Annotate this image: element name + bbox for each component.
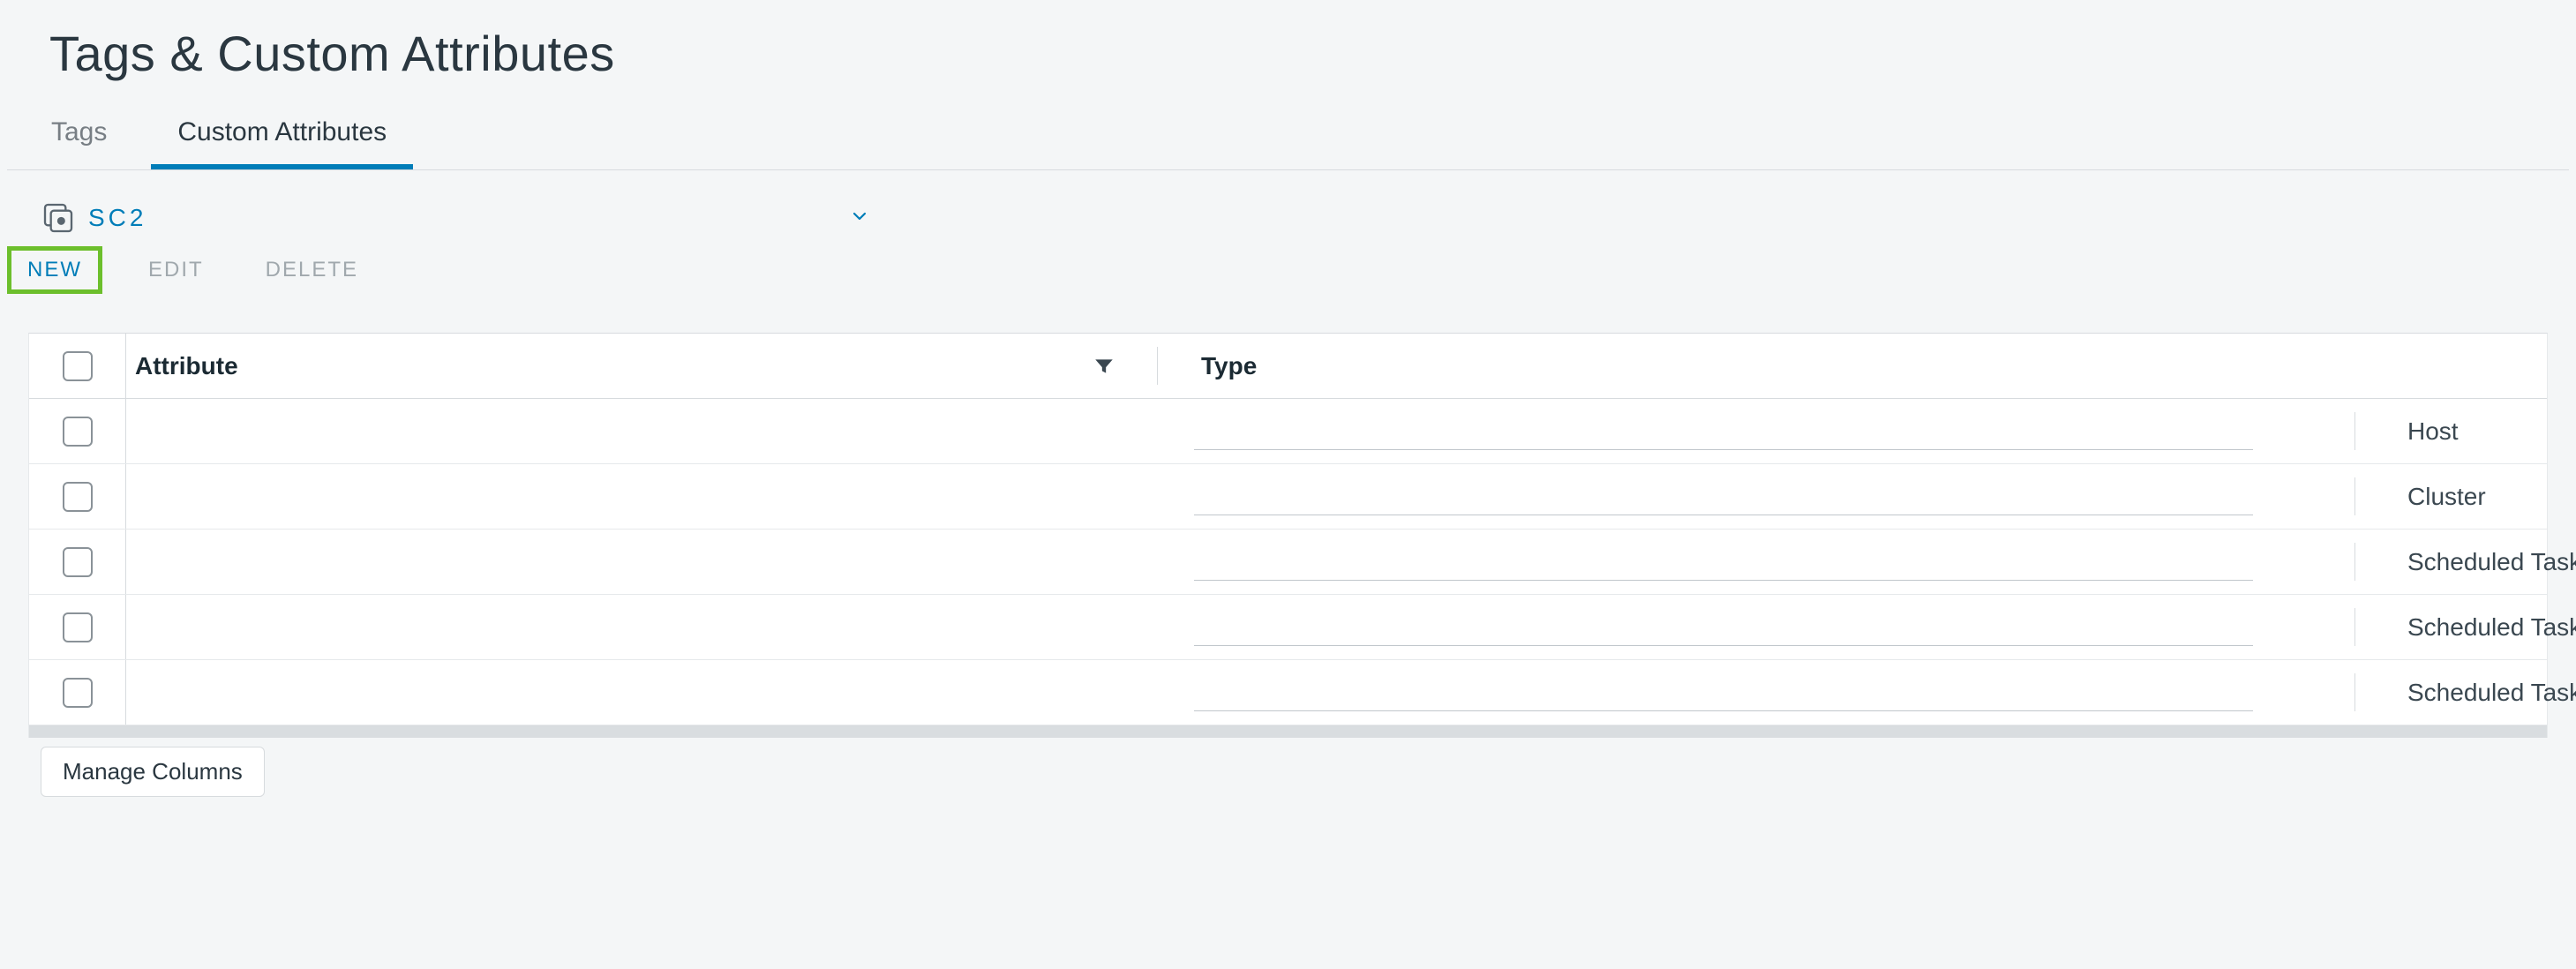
column-header-attribute[interactable]: Attribute — [126, 334, 1064, 398]
table-header-row: Attribute Type — [29, 334, 2547, 399]
attribute-input[interactable] — [1194, 674, 2253, 711]
attributes-table: Attribute Type Host — [28, 333, 2548, 738]
row-checkbox[interactable] — [63, 612, 93, 642]
row-type: Cluster — [2368, 464, 2576, 529]
manage-columns-button[interactable]: Manage Columns — [41, 747, 265, 797]
row-type: Scheduled Task — [2368, 530, 2576, 594]
table-row: Scheduled Task — [29, 660, 2547, 725]
action-bar: NEW EDIT DELETE — [7, 246, 2569, 294]
context-label: SC2 — [88, 204, 146, 232]
table-row: Scheduled Task — [29, 530, 2547, 595]
row-checkbox[interactable] — [63, 482, 93, 512]
vcenter-icon — [41, 200, 76, 236]
context-selector[interactable]: SC2 — [41, 200, 905, 236]
chevron-down-icon — [849, 206, 870, 231]
page-title: Tags & Custom Attributes — [49, 25, 2569, 82]
row-checkbox[interactable] — [63, 678, 93, 708]
tab-tags[interactable]: Tags — [25, 114, 133, 169]
filter-icon[interactable] — [1093, 355, 1115, 378]
edit-button[interactable]: EDIT — [132, 249, 220, 291]
column-header-type[interactable]: Type — [1170, 334, 2547, 398]
select-all-checkbox[interactable] — [63, 351, 93, 381]
row-type: Scheduled Task — [2368, 595, 2576, 659]
attribute-input[interactable] — [1194, 478, 2253, 515]
attribute-input[interactable] — [1194, 413, 2253, 450]
table-row: Cluster — [29, 464, 2547, 530]
table-row: Scheduled Task — [29, 595, 2547, 660]
row-type: Host — [2368, 399, 2576, 463]
new-button[interactable]: NEW — [7, 246, 102, 294]
row-checkbox[interactable] — [63, 547, 93, 577]
delete-button[interactable]: DELETE — [250, 249, 374, 291]
tab-custom-attributes[interactable]: Custom Attributes — [151, 114, 413, 169]
attribute-input[interactable] — [1194, 544, 2253, 581]
row-checkbox[interactable] — [63, 417, 93, 447]
tab-bar: Tags Custom Attributes — [7, 114, 2569, 170]
row-type: Scheduled Task — [2368, 660, 2576, 725]
table-row: Host — [29, 399, 2547, 464]
attribute-input[interactable] — [1194, 609, 2253, 646]
table-footer-strip — [29, 725, 2547, 738]
